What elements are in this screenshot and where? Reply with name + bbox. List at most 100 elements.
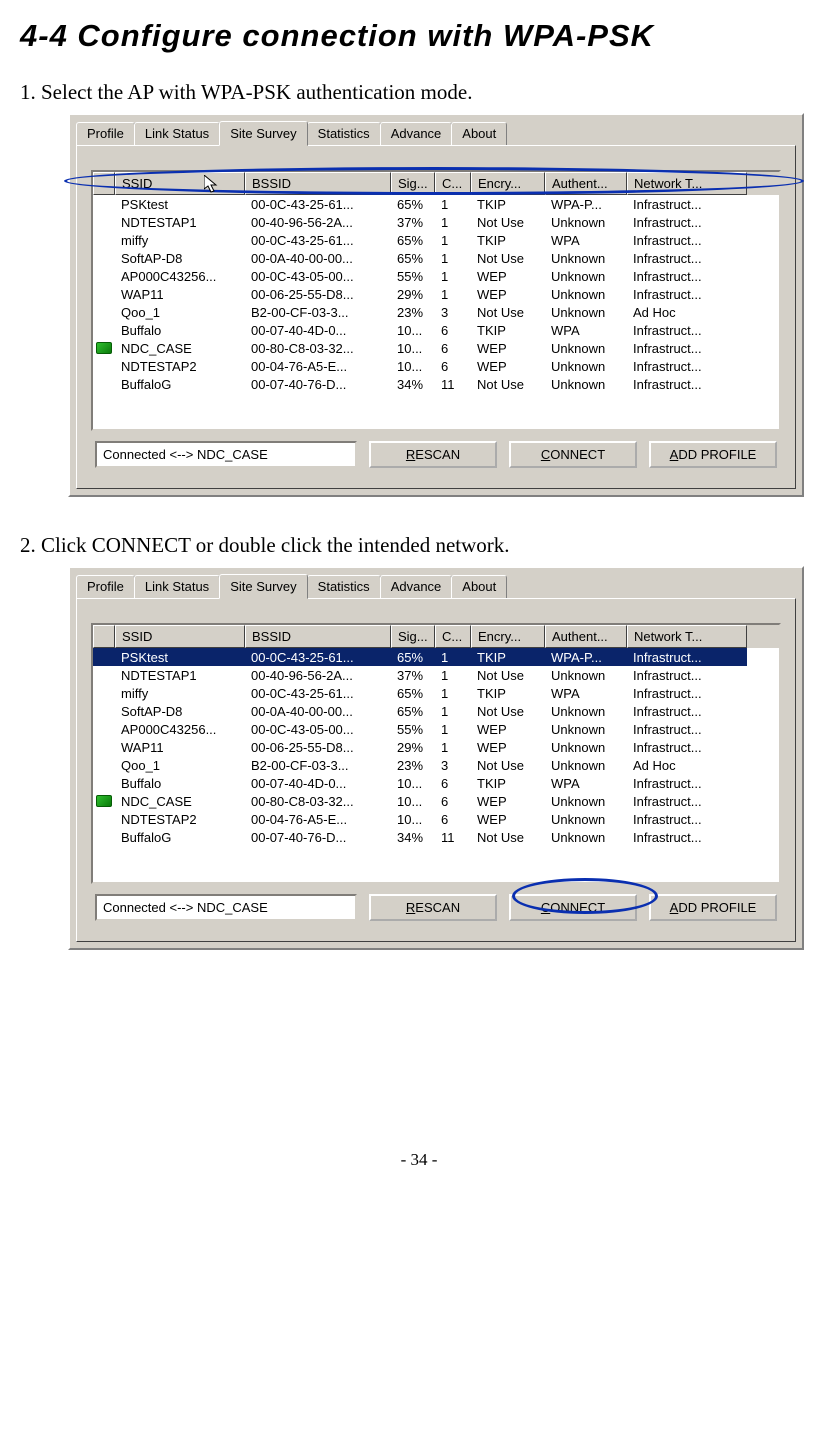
table-row[interactable]: WAP1100-06-25-55-D8...29%1WEPUnknownInfr… (93, 285, 779, 303)
tab-advance[interactable]: Advance (380, 122, 453, 145)
cell: miffy (115, 684, 245, 702)
col-ch-header[interactable]: C... (435, 625, 471, 648)
cell: 00-0C-43-05-00... (245, 720, 391, 738)
table-row[interactable]: NDTESTAP100-40-96-56-2A...37%1Not UseUnk… (93, 213, 779, 231)
col-ch-header[interactable]: C... (435, 172, 471, 195)
cell: 37% (391, 666, 435, 684)
cell: Unknown (545, 792, 627, 810)
table-row[interactable]: SoftAP-D800-0A-40-00-00...65%1Not UseUnk… (93, 249, 779, 267)
cell: 29% (391, 738, 435, 756)
cell (93, 267, 115, 285)
table-row[interactable]: Qoo_1B2-00-CF-03-3...23%3Not UseUnknownA… (93, 756, 779, 774)
col-ssid-header[interactable]: SSID (115, 625, 245, 648)
table-row[interactable]: miffy00-0C-43-25-61...65%1TKIPWPAInfrast… (93, 231, 779, 249)
table-row[interactable]: PSKtest00-0C-43-25-61...65%1TKIPWPA-P...… (93, 195, 779, 213)
col-bssid-header[interactable]: BSSID (245, 625, 391, 648)
col-sig-header[interactable]: Sig... (391, 625, 435, 648)
tab-link-status[interactable]: Link Status (134, 575, 220, 598)
cell: Unknown (545, 702, 627, 720)
connect-button[interactable]: CONNECT (509, 441, 637, 468)
network-table: SSID BSSID Sig... C... Encry... Authent.… (91, 170, 781, 431)
table-row[interactable]: Qoo_1B2-00-CF-03-3...23%3Not UseUnknownA… (93, 303, 779, 321)
cell: PSKtest (115, 195, 245, 213)
cell: 65% (391, 249, 435, 267)
col-auth-header[interactable]: Authent... (545, 172, 627, 195)
tab-profile[interactable]: Profile (76, 122, 135, 145)
table-row[interactable]: Buffalo00-07-40-4D-0...10...6TKIPWPAInfr… (93, 321, 779, 339)
table-row[interactable]: Buffalo00-07-40-4D-0...10...6TKIPWPAInfr… (93, 774, 779, 792)
col-icon-header[interactable] (93, 172, 115, 195)
cell (93, 285, 115, 303)
connected-icon (96, 795, 112, 807)
cell: 00-04-76-A5-E... (245, 810, 391, 828)
table-row[interactable]: BuffaloG00-07-40-76-D...34%11Not UseUnkn… (93, 375, 779, 393)
cell: 00-80-C8-03-32... (245, 792, 391, 810)
cell (93, 828, 115, 846)
add-profile-button[interactable]: ADD PROFILE (649, 441, 777, 468)
cell: 6 (435, 792, 471, 810)
cell: 1 (435, 648, 471, 666)
table-row[interactable]: PSKtest00-0C-43-25-61...65%1TKIPWPA-P...… (93, 648, 779, 666)
cell: 00-0C-43-25-61... (245, 648, 391, 666)
table-row[interactable]: SoftAP-D800-0A-40-00-00...65%1Not UseUnk… (93, 702, 779, 720)
col-sig-header[interactable]: Sig... (391, 172, 435, 195)
table-row[interactable]: NDTESTAP200-04-76-A5-E...10...6WEPUnknow… (93, 810, 779, 828)
cell: TKIP (471, 774, 545, 792)
cell: 65% (391, 684, 435, 702)
rescan-button[interactable]: RESCAN (369, 441, 497, 468)
tab-advance[interactable]: Advance (380, 575, 453, 598)
connect-button[interactable]: CONNECT (509, 894, 637, 921)
table-row[interactable]: NDC_CASE00-80-C8-03-32...10...6WEPUnknow… (93, 792, 779, 810)
screenshot-2: ProfileLink StatusSite SurveyStatisticsA… (68, 566, 804, 950)
tab-profile[interactable]: Profile (76, 575, 135, 598)
cell: 00-06-25-55-D8... (245, 285, 391, 303)
cell: 29% (391, 285, 435, 303)
tab-site-survey[interactable]: Site Survey (219, 574, 307, 599)
cell: 1 (435, 195, 471, 213)
cell: 00-0C-43-25-61... (245, 684, 391, 702)
cell: TKIP (471, 648, 545, 666)
cell: 65% (391, 231, 435, 249)
cell: 3 (435, 303, 471, 321)
cell: TKIP (471, 321, 545, 339)
table-row[interactable]: NDTESTAP100-40-96-56-2A...37%1Not UseUnk… (93, 666, 779, 684)
tab-statistics[interactable]: Statistics (307, 575, 381, 598)
add-profile-button[interactable]: ADD PROFILE (649, 894, 777, 921)
cell: 10... (391, 339, 435, 357)
tab-link-status[interactable]: Link Status (134, 122, 220, 145)
cell: 6 (435, 321, 471, 339)
table-row[interactable]: WAP1100-06-25-55-D8...29%1WEPUnknownInfr… (93, 738, 779, 756)
tab-about[interactable]: About (451, 575, 507, 598)
cell: Not Use (471, 702, 545, 720)
cell: 23% (391, 303, 435, 321)
col-net-header[interactable]: Network T... (627, 172, 747, 195)
tab-statistics[interactable]: Statistics (307, 122, 381, 145)
col-enc-header[interactable]: Encry... (471, 625, 545, 648)
cell: Unknown (545, 810, 627, 828)
cell: WEP (471, 720, 545, 738)
cell (93, 321, 115, 339)
col-bssid-header[interactable]: BSSID (245, 172, 391, 195)
tab-about[interactable]: About (451, 122, 507, 145)
cell: 65% (391, 648, 435, 666)
cell: 3 (435, 756, 471, 774)
cell: 00-0C-43-05-00... (245, 267, 391, 285)
cell: TKIP (471, 684, 545, 702)
tab-site-survey[interactable]: Site Survey (219, 121, 307, 146)
col-icon-header[interactable] (93, 625, 115, 648)
rescan-button[interactable]: RESCAN (369, 894, 497, 921)
table-row[interactable]: AP000C43256...00-0C-43-05-00...55%1WEPUn… (93, 267, 779, 285)
table-row[interactable]: NDTESTAP200-04-76-A5-E...10...6WEPUnknow… (93, 357, 779, 375)
table-row[interactable]: miffy00-0C-43-25-61...65%1TKIPWPAInfrast… (93, 684, 779, 702)
col-auth-header[interactable]: Authent... (545, 625, 627, 648)
cell: Infrastruct... (627, 321, 747, 339)
cell: Unknown (545, 267, 627, 285)
cell (93, 774, 115, 792)
table-row[interactable]: AP000C43256...00-0C-43-05-00...55%1WEPUn… (93, 720, 779, 738)
cell: Unknown (545, 249, 627, 267)
table-row[interactable]: BuffaloG00-07-40-76-D...34%11Not UseUnkn… (93, 828, 779, 846)
col-net-header[interactable]: Network T... (627, 625, 747, 648)
col-enc-header[interactable]: Encry... (471, 172, 545, 195)
col-ssid-header[interactable]: SSID (115, 172, 245, 195)
table-row[interactable]: NDC_CASE00-80-C8-03-32...10...6WEPUnknow… (93, 339, 779, 357)
